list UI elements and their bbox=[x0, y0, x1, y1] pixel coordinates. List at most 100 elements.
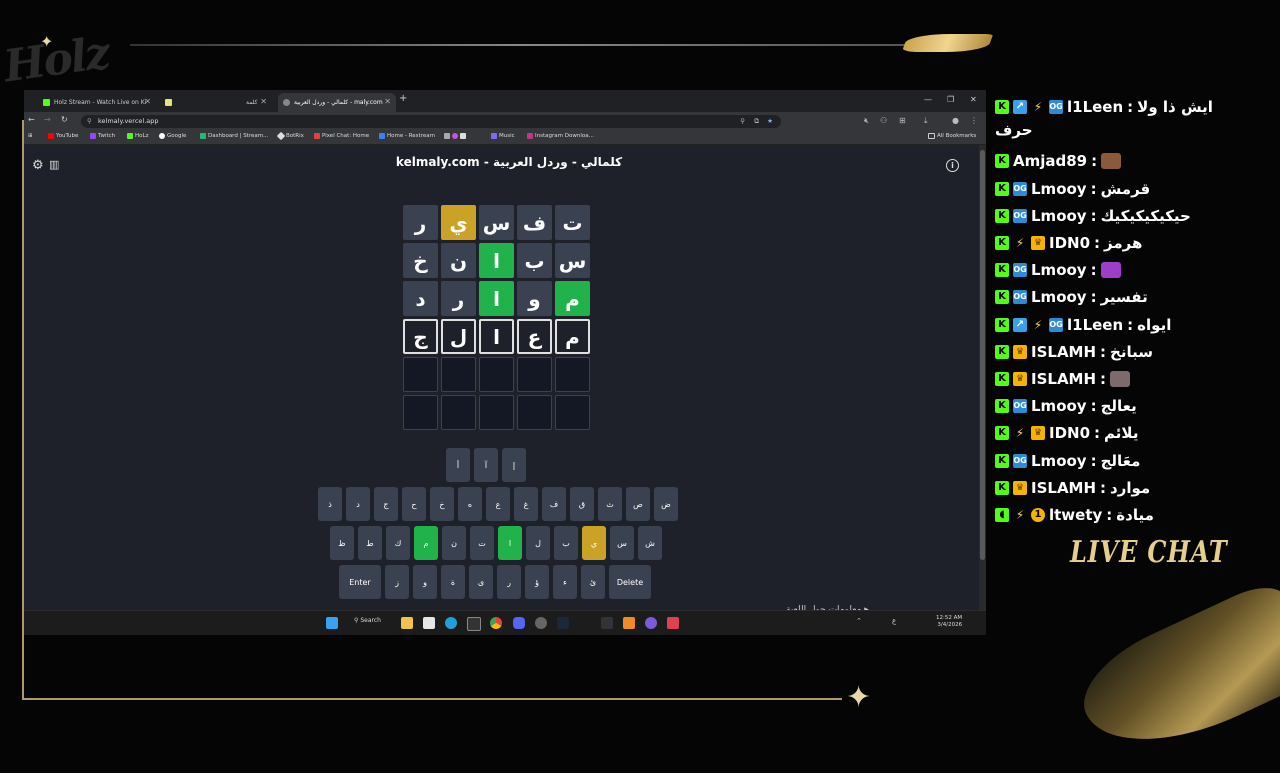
download-icon[interactable]: ⤓ bbox=[924, 116, 928, 126]
chat-username[interactable]: IDN0 bbox=[1049, 424, 1090, 442]
keyboard-key[interactable]: ظ bbox=[330, 526, 354, 560]
keyboard-key[interactable]: ك bbox=[386, 526, 410, 560]
keyboard-key[interactable]: ص bbox=[626, 487, 650, 521]
tab-kelmaly[interactable]: كلمالي - وردل العربية - maly.com ✕ bbox=[278, 93, 396, 112]
minimize-icon[interactable]: — bbox=[924, 95, 932, 104]
tab-kalima[interactable]: كلمة ✕ bbox=[160, 93, 272, 112]
keyboard-key[interactable]: ز bbox=[385, 565, 409, 599]
app-icon[interactable] bbox=[623, 617, 635, 629]
chat-username[interactable]: Lmooy bbox=[1031, 288, 1087, 306]
keyboard-key[interactable]: ة bbox=[441, 565, 465, 599]
bookmark-pixel-chat[interactable]: Pixel Chat: Home bbox=[314, 133, 369, 139]
bookmark-dashboard[interactable]: Dashboard | Stream... bbox=[200, 133, 268, 139]
keyboard-key[interactable]: ي bbox=[582, 526, 606, 560]
bookmark-star-icon[interactable]: ★ bbox=[767, 115, 773, 128]
terminal-icon[interactable] bbox=[467, 617, 481, 631]
bookmark-instagram[interactable]: Instagram Downloa... bbox=[527, 133, 594, 139]
keyboard-key[interactable]: ط bbox=[358, 526, 382, 560]
back-icon[interactable]: ← bbox=[28, 115, 35, 124]
taskbar-search[interactable]: ⚲ Search bbox=[354, 617, 381, 624]
bookmark-youtube[interactable]: YouTube bbox=[48, 133, 78, 139]
all-bookmarks[interactable]: All Bookmarks bbox=[928, 133, 976, 139]
chat-username[interactable]: ISLAMH bbox=[1031, 370, 1096, 388]
steam-icon[interactable] bbox=[557, 617, 569, 629]
chevron-up-icon[interactable]: ⌃ bbox=[856, 617, 862, 625]
mute-icon[interactable]: 🔇︎ bbox=[864, 116, 869, 126]
close-icon[interactable]: ✕ bbox=[260, 97, 267, 106]
chat-username[interactable]: IDN0 bbox=[1049, 234, 1090, 252]
reload-icon[interactable]: ↻ bbox=[61, 115, 68, 124]
keyboard-key[interactable]: ع bbox=[486, 487, 510, 521]
keyboard-key[interactable]: ا bbox=[498, 526, 522, 560]
app-icon[interactable] bbox=[645, 617, 657, 629]
puzzle-icon[interactable]: ⊞ bbox=[899, 116, 906, 125]
chat-username[interactable]: Lmooy bbox=[1031, 180, 1087, 198]
keyboard-key[interactable]: ء bbox=[553, 565, 577, 599]
close-icon[interactable]: ✕ bbox=[384, 97, 391, 106]
keyboard-key[interactable]: آ bbox=[474, 448, 498, 482]
keyboard-key[interactable]: غ bbox=[514, 487, 538, 521]
key-delete[interactable]: Delete bbox=[609, 565, 651, 599]
keyboard-key[interactable]: أ bbox=[446, 448, 470, 482]
obs-icon[interactable] bbox=[535, 617, 547, 629]
keyboard-key[interactable]: ن bbox=[442, 526, 466, 560]
keyboard-key[interactable]: م bbox=[414, 526, 438, 560]
keyboard-key[interactable]: ئ bbox=[581, 565, 605, 599]
close-window-icon[interactable]: ✕ bbox=[970, 95, 977, 104]
keyboard-key[interactable]: ؤ bbox=[525, 565, 549, 599]
extensions-icon[interactable]: ⚇ bbox=[880, 116, 887, 125]
bookmark-music[interactable]: Music bbox=[491, 133, 515, 139]
zoom-icon[interactable]: ⚲ bbox=[740, 115, 745, 128]
info-icon[interactable]: i bbox=[946, 159, 959, 172]
new-tab-button[interactable]: + bbox=[399, 93, 407, 104]
keyboard-key[interactable]: خ bbox=[430, 487, 454, 521]
keyboard-key[interactable]: ث bbox=[598, 487, 622, 521]
keyboard-key[interactable]: ح bbox=[402, 487, 426, 521]
site-info-icon[interactable]: ⚲ bbox=[87, 115, 92, 128]
keyboard-key[interactable]: ج bbox=[374, 487, 398, 521]
bookmark-google[interactable]: Google bbox=[159, 133, 186, 139]
keyboard-key[interactable]: د bbox=[346, 487, 370, 521]
chat-username[interactable]: ISLAMH bbox=[1031, 343, 1096, 361]
chrome-icon[interactable] bbox=[490, 617, 502, 629]
maximize-icon[interactable]: ❐ bbox=[947, 95, 954, 104]
profile-icon[interactable]: ● bbox=[952, 116, 959, 125]
keyboard-key[interactable]: ت bbox=[470, 526, 494, 560]
keyboard-key[interactable]: ف bbox=[542, 487, 566, 521]
close-icon[interactable]: ✕ bbox=[144, 97, 151, 106]
bookmark-twitch[interactable]: Twitch bbox=[90, 133, 115, 139]
bookmark-misc[interactable] bbox=[444, 133, 466, 139]
clock[interactable]: 12:52 AM 3/4/2026 bbox=[936, 615, 962, 629]
chat-username[interactable]: Lmooy bbox=[1031, 452, 1087, 470]
forward-icon[interactable]: → bbox=[44, 115, 51, 124]
keyboard-key[interactable]: إ bbox=[502, 448, 526, 482]
chat-username[interactable]: l1Leen bbox=[1067, 316, 1123, 334]
keyboard-key[interactable]: ش bbox=[638, 526, 662, 560]
scrollbar-thumb[interactable] bbox=[980, 150, 985, 560]
keyboard-key[interactable]: ض bbox=[654, 487, 678, 521]
edge-icon[interactable] bbox=[445, 617, 457, 629]
apps-icon[interactable]: ⊞ bbox=[28, 133, 33, 139]
tab-holz-stream[interactable]: Holz Stream - Watch Live on Ki ✕ bbox=[38, 93, 156, 112]
keyboard-key[interactable]: س bbox=[610, 526, 634, 560]
keyboard-key[interactable]: ق bbox=[570, 487, 594, 521]
keyboard-key[interactable]: ه bbox=[458, 487, 482, 521]
keyboard-key[interactable]: ل bbox=[526, 526, 550, 560]
bookmark-holz[interactable]: HoLz bbox=[127, 133, 148, 139]
file-explorer-icon[interactable] bbox=[401, 617, 413, 629]
chat-username[interactable]: Lmooy bbox=[1031, 207, 1087, 225]
chat-username[interactable]: Amjad89 bbox=[1013, 152, 1087, 170]
keyboard-key[interactable]: ى bbox=[469, 565, 493, 599]
chat-username[interactable]: Lmooy bbox=[1031, 261, 1087, 279]
menu-icon[interactable]: ⋮ bbox=[970, 116, 978, 125]
keyboard-key[interactable]: ب bbox=[554, 526, 578, 560]
chat-username[interactable]: ltwety bbox=[1049, 506, 1102, 524]
bookmark-restream[interactable]: Home - Restream bbox=[379, 133, 435, 139]
app-icon[interactable] bbox=[667, 617, 679, 629]
chat-username[interactable]: Lmooy bbox=[1031, 397, 1087, 415]
windows-start-icon[interactable] bbox=[326, 617, 338, 629]
install-icon[interactable]: ⧉ bbox=[754, 115, 759, 128]
chat-username[interactable]: l1Leen bbox=[1067, 98, 1123, 116]
app-icon[interactable] bbox=[601, 617, 613, 629]
keyboard-key[interactable]: ر bbox=[497, 565, 521, 599]
